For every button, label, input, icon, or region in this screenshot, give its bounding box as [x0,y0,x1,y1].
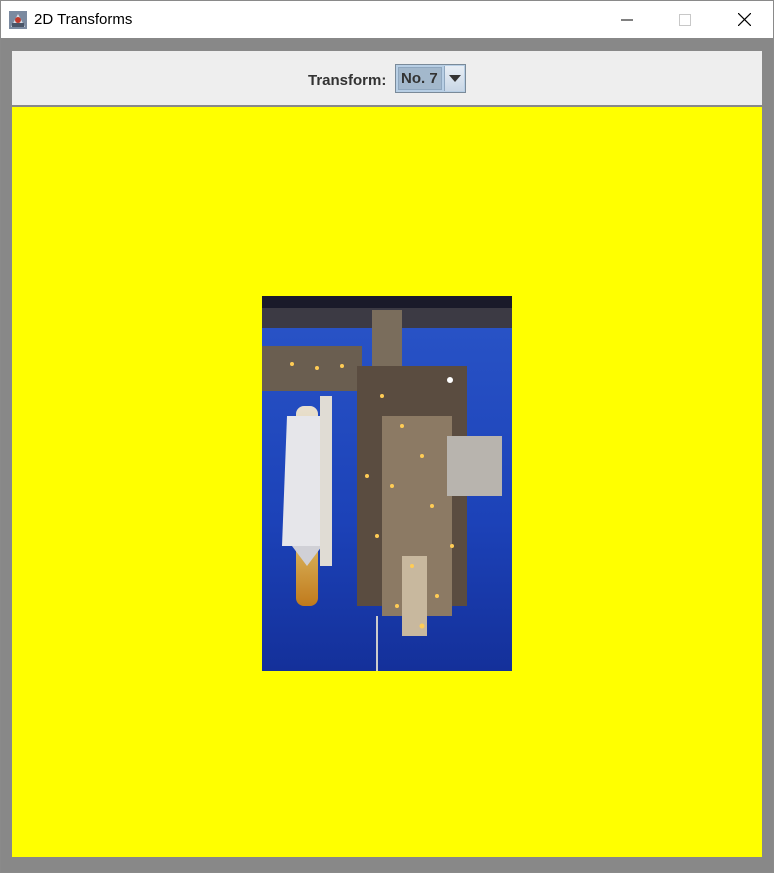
content-pane: Transform: No. 7 [11,49,763,859]
java-app-icon [9,11,27,29]
title-bar[interactable]: 2D Transforms [1,1,773,38]
close-button[interactable] [715,1,773,38]
dropdown-arrow-button[interactable] [444,66,464,91]
window-title: 2D Transforms [34,11,133,28]
transform-combobox[interactable]: No. 7 [395,64,466,93]
transform-label: Transform: [308,72,387,89]
maximize-button[interactable] [656,1,714,38]
transform-canvas [12,107,762,857]
app-window: 2D Transforms Transform: No. 7 [0,0,774,873]
transform-selected-value[interactable]: No. 7 [398,67,442,90]
maximize-icon [679,13,691,26]
control-panel: Transform: No. 7 [12,51,762,105]
close-icon [737,13,751,26]
chevron-down-icon [448,75,461,82]
space-shuttle-launchpad-image [262,296,512,671]
minimize-button[interactable] [598,1,656,38]
minimize-icon [621,19,633,20]
